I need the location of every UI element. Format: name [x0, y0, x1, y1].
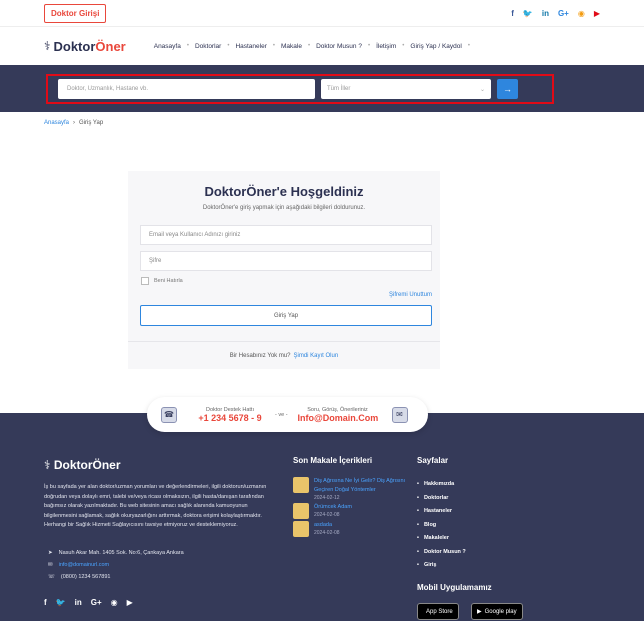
- twitter-icon[interactable]: 🐦: [523, 9, 533, 18]
- social-links: f 🐦 in G+ ◉ ▶: [511, 9, 600, 18]
- rss-icon[interactable]: ◉: [578, 9, 585, 18]
- footer-social-links: f 🐦 in G+ ◉ ▶: [44, 598, 133, 607]
- register-link[interactable]: Şimdi Kayıt Olun: [294, 353, 339, 359]
- envelope-icon: ✉: [391, 406, 408, 423]
- nav-item-are-you-doctor[interactable]: Doktor Musun ?: [310, 43, 368, 50]
- register-prompt: Bir Hesabınız Yok mu? Şimdi Kayıt Olun: [128, 341, 440, 369]
- nav-item-home[interactable]: Anasayfa: [148, 43, 187, 50]
- article-item[interactable]: asdada 2024-02-08: [293, 521, 413, 537]
- footer-link-are-you-doctor[interactable]: Doktor Musun ?: [417, 549, 466, 555]
- facebook-icon[interactable]: f: [511, 9, 514, 18]
- pages-heading: Sayfalar: [417, 456, 449, 465]
- footer-email[interactable]: info@domainurl.com: [59, 562, 110, 568]
- play-icon: ▶: [477, 609, 482, 615]
- chevron-down-icon: ⌄: [479, 86, 485, 93]
- breadcrumb-home[interactable]: Anasayfa: [44, 120, 69, 126]
- doctor-login-button[interactable]: Doktor Girişi: [44, 3, 107, 23]
- site-logo[interactable]: ⚕ Doktor Öner: [44, 39, 126, 54]
- breadcrumb-current: Giriş Yap: [79, 120, 104, 126]
- email-field[interactable]: Email veya Kullanıcı Adınızı giriniz: [140, 225, 432, 245]
- forgot-password-link[interactable]: Şifremi Unuttum: [389, 292, 432, 298]
- article-thumbnail: [293, 521, 309, 537]
- top-bar: Doktor Girişi f 🐦 in G+ ◉ ▶: [0, 0, 644, 27]
- search-band: Doktor, Uzmanlık, Hastane vb. Tüm İller …: [0, 65, 644, 112]
- phone-support-icon: ☎: [161, 406, 177, 423]
- pages-list: Hakkımızda Doktorlar Hastaneler Blog Mak…: [417, 481, 466, 576]
- nav-item-contact[interactable]: İletişim: [370, 43, 402, 50]
- search-form: Doktor, Uzmanlık, Hastane vb. Tüm İller …: [46, 74, 554, 104]
- footer-link-login[interactable]: Giriş: [417, 562, 466, 568]
- chevron-right-icon: ›: [73, 120, 76, 126]
- article-item[interactable]: Örümcek Adam 2024-02-08: [293, 503, 413, 519]
- footer-link-blog[interactable]: Blog: [417, 522, 466, 528]
- login-card: DoktorÖner'e Hoşgeldiniz DoktorÖner'e gi…: [128, 171, 440, 369]
- footer-link-hospitals[interactable]: Hastaneler: [417, 508, 466, 514]
- footer-phone[interactable]: (0800) 1234 567891: [61, 574, 111, 580]
- nav-item-hospitals[interactable]: Hastaneler: [229, 43, 272, 50]
- nav-item-doctors[interactable]: Doktorlar: [189, 43, 227, 50]
- articles-list: Diş Ağrısına Ne İyi Gelir? Diş Ağrısını …: [293, 477, 413, 539]
- support-separator: - ve -: [275, 411, 288, 418]
- footer-contact: ➤ Nasuh Akar Mah. 1405 Sok. No:6, Çankaya…: [48, 550, 184, 580]
- password-field[interactable]: Şifre: [140, 251, 432, 271]
- youtube-icon[interactable]: ▶: [127, 598, 133, 607]
- support-phone[interactable]: +1 234 5678 - 9: [195, 413, 265, 423]
- mobile-app-heading: Mobil Uygulamamız: [417, 583, 492, 592]
- youtube-icon[interactable]: ▶: [594, 9, 600, 18]
- google-plus-icon[interactable]: G+: [91, 598, 102, 607]
- footer-link-doctors[interactable]: Doktorlar: [417, 495, 466, 501]
- google-plus-icon[interactable]: G+: [558, 9, 569, 18]
- rss-icon[interactable]: ◉: [111, 598, 118, 607]
- mail-icon: ✉: [48, 562, 53, 568]
- linkedin-icon[interactable]: in: [542, 9, 549, 18]
- twitter-icon[interactable]: 🐦: [56, 598, 66, 607]
- remember-checkbox[interactable]: [141, 277, 149, 285]
- google-play-badge[interactable]: ▶ Google play: [471, 603, 523, 620]
- page-title: DoktorÖner'e Hoşgeldiniz: [204, 184, 364, 199]
- nav-item-login-register[interactable]: Giriş Yap / Kaydol: [404, 43, 467, 50]
- footer-link-about[interactable]: Hakkımızda: [417, 481, 466, 487]
- article-thumbnail: [293, 477, 309, 493]
- login-submit-button[interactable]: Giriş Yap: [140, 305, 432, 326]
- stethoscope-icon: ⚕: [44, 39, 51, 53]
- location-icon: ➤: [48, 550, 53, 556]
- articles-heading: Son Makale İçerikleri: [293, 456, 373, 465]
- app-store-badge[interactable]: App Store: [417, 603, 459, 620]
- remember-me[interactable]: Beni Hatırla: [141, 277, 183, 285]
- phone-icon: ☏: [48, 574, 55, 580]
- footer-logo[interactable]: ⚕ DoktorÖner: [44, 458, 121, 472]
- search-input[interactable]: Doktor, Uzmanlık, Hastane vb.: [58, 79, 315, 99]
- support-email[interactable]: Info@Domain.Com: [298, 413, 379, 423]
- article-item[interactable]: Diş Ağrısına Ne İyi Gelir? Diş Ağrısını …: [293, 477, 413, 501]
- stethoscope-icon: ⚕: [44, 458, 51, 472]
- breadcrumb: Anasayfa › Giriş Yap: [0, 112, 644, 134]
- linkedin-icon[interactable]: in: [75, 598, 82, 607]
- footer-link-articles[interactable]: Makaleler: [417, 535, 466, 541]
- search-button[interactable]: →: [497, 79, 518, 99]
- main-nav: ⚕ Doktor Öner Anasayfa • Doktorlar • Hastan…: [44, 38, 470, 54]
- login-subtitle: DoktorÖner'e giriş yapmak için aşağıdaki…: [202, 205, 366, 211]
- support-mail-label: Soru, Görüş, Önerileriniz: [307, 406, 368, 413]
- nav-item-articles[interactable]: Makale: [275, 43, 308, 50]
- arrow-right-icon: →: [503, 84, 512, 94]
- city-select[interactable]: Tüm İller ⌄: [321, 79, 491, 99]
- support-pill: ☎ Doktor Destek Hattı +1 234 5678 - 9 - …: [147, 397, 428, 432]
- footer: ⚕ DoktorÖner İş bu sayfada yer alan dokt…: [0, 413, 644, 621]
- article-thumbnail: [293, 503, 309, 519]
- facebook-icon[interactable]: f: [44, 598, 47, 607]
- footer-description: İş bu sayfada yer alan doktor/uzman yoru…: [44, 484, 267, 528]
